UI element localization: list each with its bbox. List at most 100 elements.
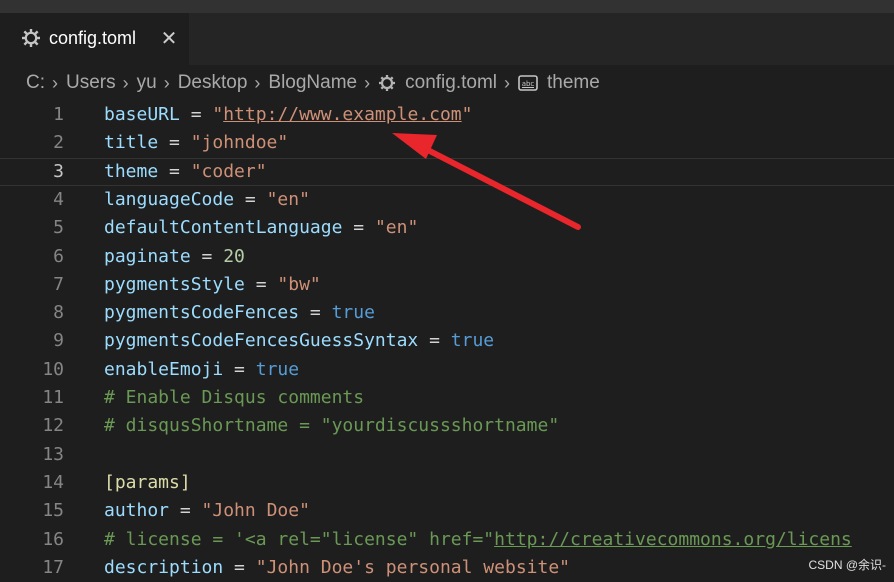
- code-token: pygmentsStyle: [104, 273, 245, 295]
- breadcrumb-label: Users: [66, 72, 116, 93]
- code-token: "johndoe": [190, 132, 289, 154]
- code-line[interactable]: 17 description = "John Doe's personal web…: [0, 554, 894, 582]
- code-line[interactable]: 12 # disqusShortname = "yourdiscussshortn…: [0, 412, 894, 440]
- code-text: paginate = 20: [104, 243, 245, 271]
- code-token: description: [104, 556, 224, 578]
- code-text: enableEmoji = true: [104, 356, 299, 384]
- code-token: title: [104, 132, 159, 154]
- code-text: description = "John Doe's personal websi…: [104, 554, 570, 582]
- code-token: ": [212, 104, 224, 125]
- code-line[interactable]: 3 theme = "coder": [0, 157, 894, 186]
- code-token: defaultContentLanguage: [104, 217, 343, 239]
- line-number: 1: [53, 104, 64, 125]
- breadcrumb-label: theme: [547, 72, 600, 93]
- line-number: 16: [42, 528, 64, 550]
- code-text: pygmentsCodeFences = true: [104, 299, 375, 327]
- code-token: pygmentsCodeFencesGuessSyntax: [104, 330, 419, 352]
- chevron-right-icon: ›: [504, 72, 510, 93]
- breadcrumb-label: BlogName: [268, 72, 358, 93]
- code-token: true: [331, 302, 375, 324]
- code-line[interactable]: 13: [0, 441, 894, 469]
- breadcrumb-item[interactable]: abc theme: [518, 72, 600, 94]
- line-number: 17: [42, 556, 64, 578]
- line-number: 5: [53, 217, 64, 239]
- code-line[interactable]: 14 [params]: [0, 469, 894, 497]
- code-token: "en": [374, 217, 419, 239]
- breadcrumb-item[interactable]: BlogName: [268, 72, 357, 94]
- window-title-bar: [0, 0, 894, 13]
- code-token: # disqusShortname = "yourdiscussshortnam…: [104, 415, 560, 437]
- code-text: author = "John Doe": [104, 497, 310, 525]
- code-line[interactable]: 5 defaultContentLanguage = "en": [0, 214, 894, 242]
- code-token: =: [179, 104, 213, 125]
- code-line[interactable]: 7 pygmentsStyle = "bw": [0, 271, 894, 299]
- code-token: =: [418, 330, 451, 352]
- code-line[interactable]: 11 # Enable Disqus comments: [0, 384, 894, 412]
- tab-bar: config.toml ✕: [0, 13, 894, 65]
- breadcrumb-item[interactable]: Users: [66, 72, 116, 94]
- code-line[interactable]: 9 pygmentsCodeFencesGuessSyntax = true: [0, 327, 894, 355]
- code-token: =: [223, 358, 256, 380]
- line-number: 7: [53, 273, 64, 295]
- gear-icon: [379, 75, 396, 91]
- code-line[interactable]: 4 languageCode = "en": [0, 186, 894, 214]
- svg-text:abc: abc: [522, 80, 535, 88]
- code-token: true: [255, 358, 300, 380]
- code-token[interactable]: http://creativecommons.org/licens: [494, 529, 852, 550]
- code-token: pygmentsCodeFences: [104, 302, 300, 324]
- code-token: true: [450, 330, 495, 352]
- line-number: 6: [53, 245, 64, 267]
- tab-config-toml[interactable]: config.toml ✕: [0, 13, 189, 65]
- code-token: "bw": [277, 273, 321, 295]
- line-number: 8: [53, 302, 64, 324]
- chevron-right-icon: ›: [254, 72, 261, 93]
- code-line[interactable]: 6 paginate = 20: [0, 243, 894, 271]
- code-text: # disqusShortname = "yourdiscussshortnam…: [104, 412, 559, 440]
- code-token: theme: [104, 160, 159, 182]
- code-text: languageCode = "en": [104, 186, 310, 214]
- code-token: =: [342, 217, 375, 239]
- close-icon[interactable]: ✕: [159, 27, 179, 49]
- line-number: 15: [42, 500, 64, 522]
- code-token: # license = '<a rel="license" href=": [104, 528, 495, 550]
- code-token: [params]: [104, 471, 191, 493]
- line-number: 11: [42, 387, 64, 408]
- code-text: [params]: [104, 469, 191, 497]
- code-text: pygmentsStyle = "bw": [104, 271, 321, 299]
- code-text: title = "johndoe": [104, 129, 288, 157]
- code-text: theme = "coder": [104, 159, 267, 185]
- code-line[interactable]: 2 title = "johndoe": [0, 129, 894, 157]
- line-number: 9: [53, 330, 64, 352]
- code-token[interactable]: http://www.example.com: [223, 104, 461, 125]
- code-token: =: [158, 132, 191, 154]
- code-token: =: [169, 500, 202, 522]
- code-line[interactable]: 1 baseURL = "http://www.example.com": [0, 101, 894, 129]
- code-token: paginate: [104, 245, 191, 267]
- breadcrumb-item[interactable]: yu: [137, 72, 157, 94]
- code-line[interactable]: 16 # license = '<a rel="license" href="ht…: [0, 526, 894, 554]
- code-token: baseURL: [104, 104, 180, 125]
- line-number: 4: [53, 188, 64, 210]
- breadcrumb-item[interactable]: Desktop: [178, 72, 248, 94]
- code-token: ": [461, 104, 473, 125]
- code-token: =: [234, 188, 267, 210]
- line-number: 2: [53, 132, 64, 154]
- breadcrumb-label: Desktop: [177, 72, 248, 93]
- code-editor[interactable]: 1 baseURL = "http://www.example.com" 2 titl…: [0, 101, 894, 582]
- code-token: =: [158, 160, 191, 182]
- gear-icon: [22, 29, 40, 47]
- code-token: "John Doe's personal website": [255, 556, 571, 578]
- watermark: CSDN @余识-: [808, 558, 886, 572]
- code-token: # Enable Disqus comments: [104, 387, 365, 408]
- code-token: =: [244, 273, 278, 295]
- chevron-right-icon: ›: [52, 72, 58, 93]
- line-number: 12: [42, 415, 64, 437]
- line-number: 3: [53, 160, 64, 182]
- code-line[interactable]: 15 author = "John Doe": [0, 497, 894, 525]
- breadcrumb-item[interactable]: C:: [26, 72, 45, 94]
- code-line[interactable]: 10 enableEmoji = true: [0, 356, 894, 384]
- code-line[interactable]: 8 pygmentsCodeFences = true: [0, 299, 894, 327]
- breadcrumb-label: C:: [26, 72, 45, 93]
- breadcrumb-item[interactable]: config.toml: [378, 72, 497, 94]
- line-number: 13: [42, 443, 64, 465]
